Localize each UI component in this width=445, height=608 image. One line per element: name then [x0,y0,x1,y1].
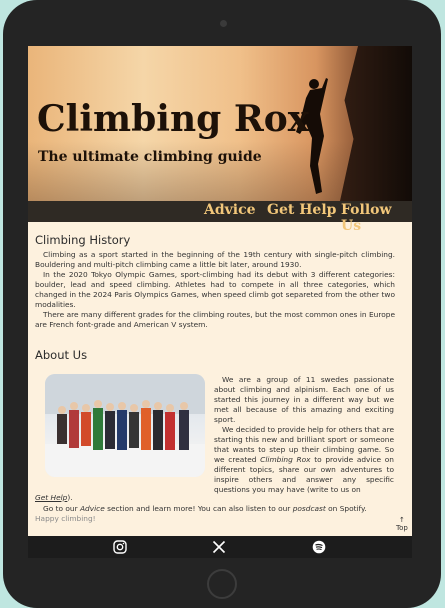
team-photo [45,374,205,477]
happy-climbing-text: Happy climbing! [35,514,96,523]
about-p3-text-b: section and learn more! You can also lis… [104,504,293,513]
site-title: Climbing Rox [37,98,310,140]
team-group-image [45,374,205,477]
about-get-help-line: Get Help). [35,493,395,503]
footer-bar [28,536,412,558]
history-paragraph-2: In the 2020 Tokyo Olympic Games, sport-c… [35,270,395,309]
main-nav: Advice Get Help Follow Us [28,201,412,234]
about-heading: About Us [35,348,88,362]
history-paragraph-3: There are many different grades for the … [35,310,395,329]
top-label: Top [396,524,408,532]
about-p2-end: ). [67,493,73,502]
about-paragraph-1: We are a group of 11 swedes passionate a… [214,375,394,424]
about-paragraph-2: We decided to provide help for others th… [214,425,394,495]
back-to-top-link[interactable]: ↑ Top [396,516,408,532]
about-p3-text-c: on Spotify. [325,504,367,513]
about-paragraph-3: Go to our Advice section and learn more!… [35,504,395,514]
get-help-link[interactable]: Get Help [35,493,67,502]
tagline: The ultimate climbing guide [38,149,262,165]
arrow-up-icon: ↑ [398,516,405,524]
advice-emphasis: Advice [79,504,105,513]
screen: Climbing Rox The ultimate climbing guide… [28,46,412,558]
nav-get-help[interactable]: Get Help [267,202,336,218]
spotify-icon[interactable] [312,540,326,554]
instagram-icon[interactable] [113,540,127,554]
home-button[interactable] [207,569,237,599]
nav-advice[interactable]: Advice [204,202,256,218]
podcast-emphasis: posdcast [292,504,326,513]
nav-follow-us[interactable]: Follow Us [341,202,412,234]
history-paragraph-1: Climbing as a sport started in the begin… [35,250,395,269]
about-p2-emphasis: Climbing Rox [260,455,311,464]
about-p3-text-a: Go to our [43,504,80,513]
camera-icon [220,20,227,27]
about-text: We are a group of 11 swedes passionate a… [214,375,394,495]
history-heading: Climbing History [35,233,131,247]
hero-banner: Climbing Rox The ultimate climbing guide [28,46,412,201]
x-icon[interactable] [212,540,226,554]
